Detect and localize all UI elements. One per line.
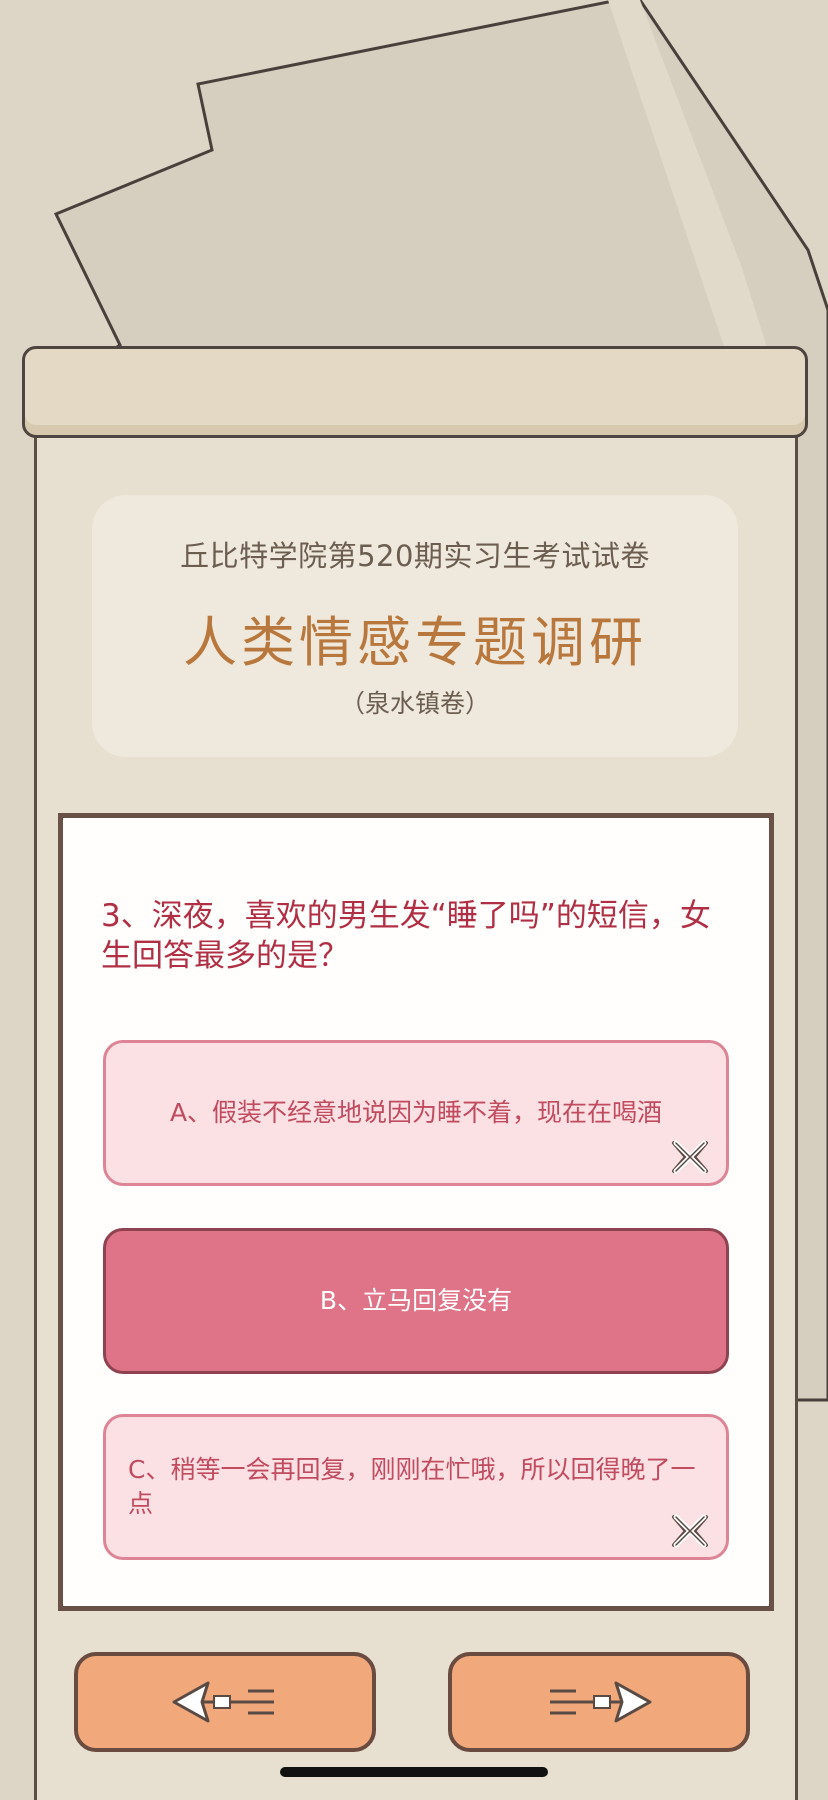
previous-question-button[interactable] — [74, 1652, 376, 1752]
wrong-x-icon — [672, 1514, 708, 1548]
option-a-label: A、假装不经意地说因为睡不着，现在在喝酒 — [169, 1098, 663, 1127]
option-b-label: B、立马回复没有 — [319, 1286, 513, 1315]
exam-volume: （泉水镇卷） — [339, 689, 490, 718]
option-c-label: C、稍等一会再回复，刚刚在忙哦，所以回得晚了一点 — [128, 1455, 696, 1518]
question-card: 3、深夜，喜欢的男生发“睡了吗”的短信，女生回答最多的是？ A、假装不经意地说因… — [58, 813, 774, 1611]
scroll-roll — [22, 346, 808, 438]
left-arrow-icon — [172, 1681, 274, 1723]
home-indicator[interactable] — [280, 1767, 548, 1777]
exam-header: 丘比特学院第520期实习生考试试卷 人类情感专题调研 （泉水镇卷） — [92, 495, 738, 757]
next-question-button[interactable] — [448, 1652, 750, 1752]
exam-subtitle: 丘比特学院第520期实习生考试试卷 — [180, 539, 650, 573]
right-arrow-icon — [550, 1681, 652, 1723]
option-c[interactable]: C、稍等一会再回复，刚刚在忙哦，所以回得晚了一点 — [103, 1414, 729, 1560]
wrong-x-icon — [672, 1140, 708, 1174]
option-a[interactable]: A、假装不经意地说因为睡不着，现在在喝酒 — [103, 1040, 729, 1186]
question-text: 3、深夜，喜欢的男生发“睡了吗”的短信，女生回答最多的是？ — [101, 898, 711, 974]
exam-title: 人类情感专题调研 — [183, 611, 647, 674]
option-b[interactable]: B、立马回复没有 — [103, 1228, 729, 1374]
